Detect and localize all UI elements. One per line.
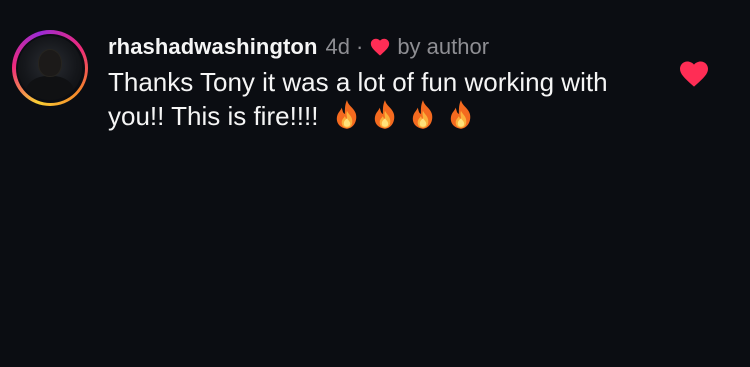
heart-icon [371, 38, 390, 56]
avatar-body-shape [26, 76, 74, 100]
username-link[interactable]: rhashadwashington [108, 32, 318, 62]
avatar-story-ring[interactable] [12, 30, 88, 106]
fire-emoji [374, 100, 394, 129]
fire-emoji [412, 100, 432, 129]
comment-timestamp: 4d [325, 34, 350, 59]
comment-meta: rhashadwashington 4d · by author [108, 32, 732, 62]
fire-emoji [450, 100, 470, 129]
meta-separator: · [355, 34, 364, 59]
fire-emoji-row [326, 100, 478, 131]
comment-content: rhashadwashington 4d · by author Thanks … [108, 30, 732, 132]
by-author-label: by author [397, 34, 490, 59]
comment-row: rhashadwashington 4d · by author Thanks … [12, 30, 732, 132]
fire-emoji [336, 100, 356, 129]
comment-screen: rhashadwashington 4d · by author Thanks … [0, 0, 750, 367]
like-heart-icon[interactable] [678, 58, 710, 88]
avatar[interactable] [18, 36, 82, 100]
avatar-head-shape [39, 50, 61, 76]
avatar-ring-gap [15, 33, 85, 103]
comment-text: Thanks Tony it was a lot of fun working … [108, 66, 648, 132]
